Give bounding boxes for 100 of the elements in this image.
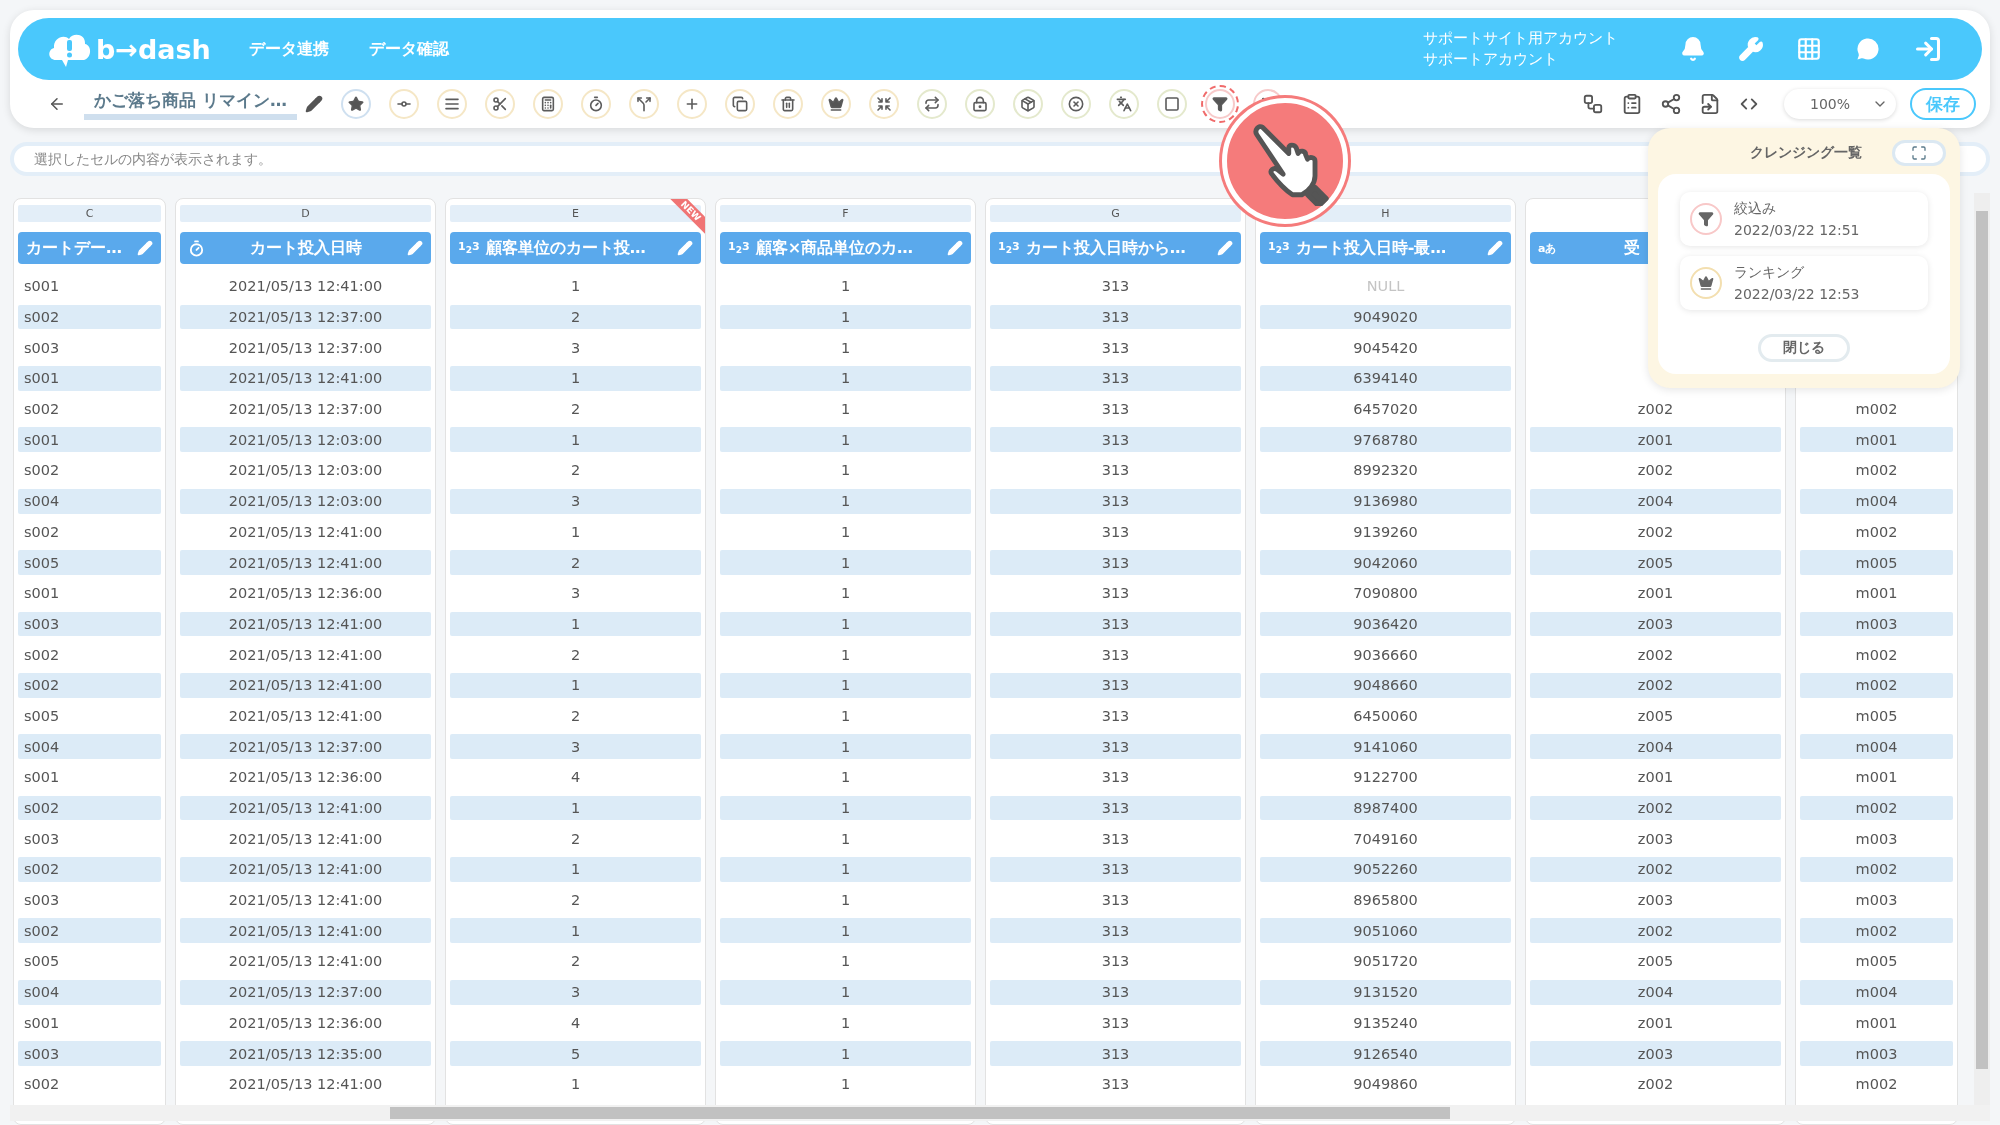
- table-cell: 2: [450, 550, 701, 575]
- table-cell-text: 313: [1100, 338, 1131, 358]
- table-cell-text: 2: [569, 461, 582, 481]
- table-cell: 9036420: [1260, 611, 1511, 637]
- zoom-select[interactable]: 100%: [1784, 89, 1896, 119]
- nav-link[interactable]: データ確認: [368, 38, 449, 60]
- table-cell-text: z003: [1636, 891, 1675, 911]
- close-button[interactable]: 閉じる: [1758, 334, 1850, 362]
- cleansing-item[interactable]: ランキング 2022/03/22 12:53: [1680, 256, 1928, 310]
- column-header[interactable]: 1$_{2}$3 カート投入日時-最…: [1260, 232, 1511, 264]
- table-cell: z005: [1530, 550, 1781, 575]
- table-cell-text: 9049860: [1352, 1075, 1419, 1095]
- table-cell-text: z003: [1636, 829, 1675, 849]
- table-cell: 2021/05/13 12:41:00: [180, 795, 431, 821]
- table-cell-text: 2021/05/13 12:41:00: [227, 952, 384, 972]
- table-cell-text: z005: [1636, 952, 1675, 972]
- table-cell-text: 313: [1100, 584, 1131, 604]
- table-cell-text: s001: [23, 277, 61, 297]
- table-cell-text: z002: [1636, 400, 1675, 420]
- column-header[interactable]: 1$_{2}$3 顧客単位のカート投…: [450, 232, 701, 264]
- table-cell-text: 1: [839, 1013, 852, 1033]
- table-cell-text: 313: [1100, 952, 1131, 972]
- table-cell: 2021/05/13 12:03:00: [180, 427, 431, 453]
- table-cell-text: m001: [1854, 768, 1899, 788]
- table-cell-text: 313: [1100, 400, 1131, 420]
- column-letter: C: [18, 205, 161, 222]
- item-name: 絞込み: [1734, 200, 1777, 218]
- cleansing-item[interactable]: 絞込み 2022/03/22 12:51: [1680, 192, 1928, 246]
- table-cell-text: s003: [23, 829, 61, 849]
- table-cell-text: 9135240: [1352, 1013, 1419, 1033]
- table-cell: 2021/05/13 12:35:00: [180, 1041, 431, 1066]
- column-header[interactable]: カート投入日時: [180, 232, 431, 264]
- table-cell: 2021/05/13 12:41:00: [180, 918, 431, 944]
- table-cell: s004: [18, 734, 161, 759]
- table-cell-text: 313: [1100, 645, 1131, 665]
- table-cell-text: z002: [1636, 1075, 1675, 1095]
- table-cell-text: s002: [23, 1075, 61, 1095]
- table-cell: 2021/05/13 12:41:00: [180, 550, 431, 575]
- table-cell-text: 1: [569, 1075, 582, 1095]
- table-cell: 3: [450, 734, 701, 759]
- table-cell-text: 9122700: [1352, 768, 1419, 788]
- table-cell: 313: [990, 366, 1241, 391]
- table-cell-text: 8965800: [1352, 891, 1419, 911]
- flow-title: かご落ち商品 リマイン…: [84, 88, 297, 120]
- table-cell: 2021/05/13 12:37:00: [180, 304, 431, 330]
- table-cell-text: 2021/05/13 12:36:00: [227, 1013, 384, 1033]
- table-cell: z002: [1530, 857, 1781, 882]
- table-cell-text: s002: [23, 522, 61, 542]
- table-cell-text: 313: [1100, 1075, 1131, 1095]
- table-cell-text: m002: [1854, 522, 1899, 542]
- table-cell-text: m003: [1854, 829, 1899, 849]
- column-title: カート投入日時から…: [1025, 237, 1187, 259]
- type-mark: 1$_{2}$3: [998, 240, 1020, 256]
- table-cell-text: s001: [23, 1013, 61, 1033]
- save-button[interactable]: 保存: [1910, 88, 1976, 120]
- column-title: 顧客×商品単位のカ…: [755, 237, 915, 259]
- table-cell-text: 9139260: [1352, 522, 1419, 542]
- table-cell-text: m002: [1854, 461, 1899, 481]
- table-cell-text: z001: [1636, 1013, 1675, 1033]
- table-cell-text: z005: [1636, 706, 1675, 726]
- table-cell: 1: [720, 427, 971, 453]
- table-cell-text: 8992320: [1352, 461, 1419, 481]
- table-cell-text: 1: [569, 277, 582, 297]
- table-cell-text: 2021/05/13 12:41:00: [227, 829, 384, 849]
- table-cell-text: 2: [569, 952, 582, 972]
- column-letter: G: [990, 205, 1241, 222]
- item-time: 2022/03/22 12:51: [1734, 222, 1860, 238]
- table-cell-text: s002: [23, 645, 61, 665]
- column-header[interactable]: 1$_{2}$3 顧客×商品単位のカ…: [720, 232, 971, 264]
- table-cell-text: 313: [1100, 706, 1131, 726]
- table-cell-text: s005: [23, 952, 61, 972]
- table-cell-text: 313: [1100, 522, 1131, 542]
- table-cell-text: 2: [569, 400, 582, 420]
- table-cell-text: 2: [569, 706, 582, 726]
- table-cell: z002: [1530, 795, 1781, 821]
- table-cell-text: s003: [23, 338, 61, 358]
- table-cell: 9126540: [1260, 1041, 1511, 1066]
- table-cell: 9051060: [1260, 918, 1511, 944]
- table-cell-text: 7090800: [1352, 584, 1419, 604]
- table-cell-text: s005: [23, 706, 61, 726]
- table-cell-text: 9045420: [1352, 338, 1419, 358]
- panel-title: クレンジング一覧: [1750, 144, 1862, 162]
- column-header[interactable]: カートデー…: [18, 232, 161, 264]
- table-cell: m002: [1800, 672, 1953, 698]
- table-cell: m002: [1800, 795, 1953, 821]
- table-cell: 9049020: [1260, 304, 1511, 330]
- nav-link[interactable]: データ連携: [248, 38, 329, 60]
- column-header[interactable]: 1$_{2}$3 カート投入日時から…: [990, 232, 1241, 264]
- table-cell: 1: [720, 550, 971, 575]
- table-cell: m001: [1800, 427, 1953, 453]
- table-cell: 2021/05/13 12:41:00: [180, 366, 431, 391]
- table-cell-text: 2021/05/13 12:41:00: [227, 1075, 384, 1095]
- table-cell-text: 1: [839, 645, 852, 665]
- table-cell-text: 1: [839, 584, 852, 604]
- table-cell-text: s001: [23, 768, 61, 788]
- table-cell-text: 2: [569, 829, 582, 849]
- table-cell: 313: [990, 979, 1241, 1005]
- table-cell: z002: [1530, 918, 1781, 944]
- table-cell: 1: [720, 488, 971, 514]
- table-cell: 1: [720, 304, 971, 330]
